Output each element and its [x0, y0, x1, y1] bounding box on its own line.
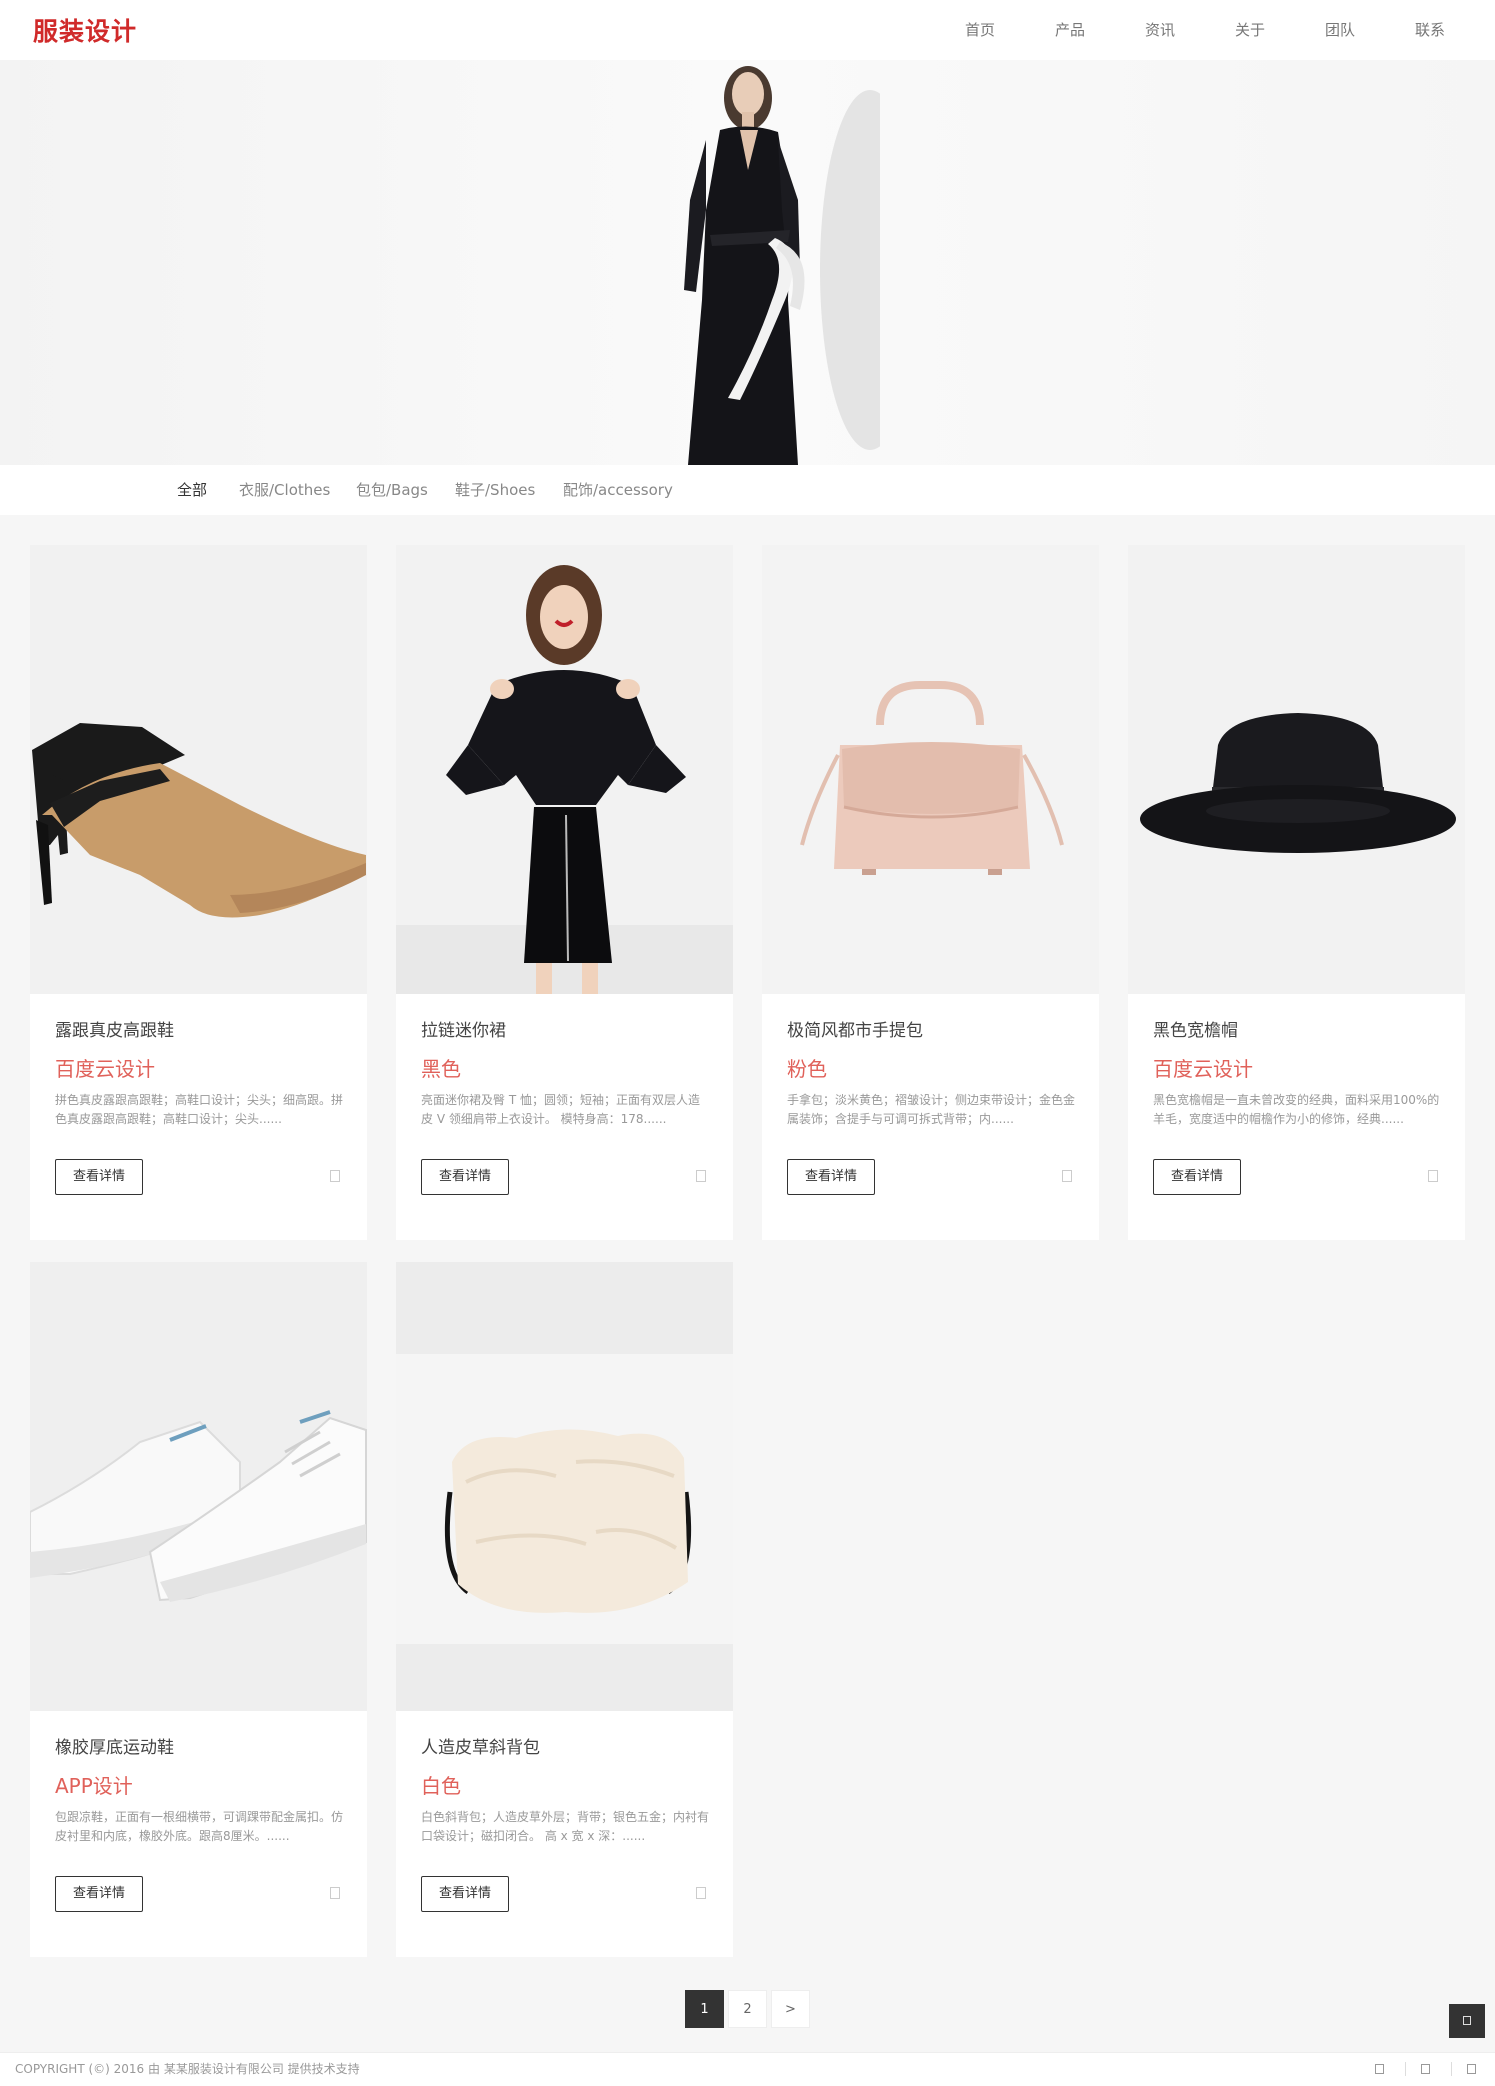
filter-shoes[interactable]: 鞋子/Shoes	[455, 465, 535, 515]
arrow-up-icon	[1463, 2016, 1471, 2025]
handbag-icon	[762, 545, 1099, 994]
sneakers-icon	[30, 1262, 367, 1711]
share-icon[interactable]	[696, 1170, 706, 1182]
nav-item-contact[interactable]: 联系	[1385, 0, 1475, 60]
product-description: 黑色宽檐帽是一直未曾改变的经典，面料采用100%的羊毛，宽度适中的帽檐作为小的修…	[1153, 1093, 1440, 1126]
site-header: 服装设计 首页 产品 资讯 关于 团队 联系	[0, 0, 1495, 60]
filter-accessory[interactable]: 配饰/accessory	[563, 465, 673, 515]
view-details-button[interactable]: 查看详情	[1153, 1159, 1241, 1195]
fashion-model-image	[684, 66, 880, 465]
product-description: 拼色真皮露跟高跟鞋；高鞋口设计；尖头；细高跟。拼色真皮露跟高跟鞋；高鞋口设计；尖…	[55, 1093, 344, 1126]
site-logo[interactable]: 服装设计	[33, 12, 137, 48]
share-icon[interactable]	[1428, 1170, 1438, 1182]
nav-item-team[interactable]: 团队	[1295, 0, 1385, 60]
back-to-top-button[interactable]	[1449, 2004, 1485, 2038]
site-footer: COPYRIGHT (©) 2016 由 某某服装设计有限公司 提供技术支持	[0, 2052, 1495, 2086]
product-name[interactable]: 拉链迷你裙	[421, 1016, 506, 1041]
product-image[interactable]	[30, 545, 367, 994]
hat-icon	[1128, 545, 1465, 994]
model-icon	[396, 545, 733, 994]
filter-bags[interactable]: 包包/Bags	[356, 465, 428, 515]
fur-bag-icon	[396, 1262, 733, 1711]
page-2[interactable]: 2	[728, 1990, 767, 2028]
product-name[interactable]: 橡胶厚底运动鞋	[55, 1733, 174, 1758]
product-subtitle: 百度云设计	[55, 1057, 155, 1081]
next-page[interactable]: >	[771, 1990, 810, 2028]
view-details-button[interactable]: 查看详情	[55, 1876, 143, 1912]
divider	[1451, 2062, 1452, 2076]
product-image[interactable]	[396, 1262, 733, 1711]
product-subtitle: 百度云设计	[1153, 1057, 1253, 1081]
product-subtitle: 黑色	[421, 1057, 461, 1081]
product-card: 极简风都市手提包 粉色 手拿包；淡米黄色；褶皱设计；侧边束带设计；金色金属装饰；…	[762, 545, 1099, 1240]
share-icon[interactable]	[330, 1170, 340, 1182]
product-subtitle: 白色	[421, 1774, 461, 1798]
product-image[interactable]	[1128, 545, 1465, 994]
product-image[interactable]	[30, 1262, 367, 1711]
product-description: 亮面迷你裙及臀 T 恤；圆领；短袖；正面有双层人造皮 V 领细肩带上衣设计。 模…	[421, 1093, 700, 1126]
product-card: 橡胶厚底运动鞋 APP设计 包跟凉鞋，正面有一根细横带，可调踝带配金属扣。仿皮衬…	[30, 1262, 367, 1957]
product-card: 露跟真皮高跟鞋 百度云设计 拼色真皮露跟高跟鞋；高鞋口设计；尖头；细高跟。拼色真…	[30, 545, 367, 1240]
product-card: 拉链迷你裙 黑色 亮面迷你裙及臀 T 恤；圆领；短袖；正面有双层人造皮 V 领细…	[396, 545, 733, 1240]
product-description: 包跟凉鞋，正面有一根细横带，可调踝带配金属扣。仿皮衬里和内底，橡胶外底。跟高8厘…	[55, 1810, 344, 1843]
product-description: 手拿包；淡米黄色；褶皱设计；侧边束带设计；金色金属装饰；含提手与可调可拆式背带；…	[787, 1093, 1076, 1126]
nav-item-news[interactable]: 资讯	[1115, 0, 1205, 60]
product-name[interactable]: 极简风都市手提包	[787, 1016, 923, 1041]
nav-item-about[interactable]: 关于	[1205, 0, 1295, 60]
share-icon[interactable]	[696, 1887, 706, 1899]
product-name[interactable]: 黑色宽檐帽	[1153, 1016, 1238, 1041]
product-image[interactable]	[396, 545, 733, 994]
filter-all[interactable]: 全部	[177, 465, 207, 515]
divider	[1405, 2062, 1406, 2076]
nav-item-products[interactable]: 产品	[1025, 0, 1115, 60]
heels-icon	[30, 545, 367, 994]
main-nav: 首页 产品 资讯 关于 团队 联系	[935, 0, 1475, 60]
product-image[interactable]	[762, 545, 1099, 994]
view-details-button[interactable]: 查看详情	[421, 1876, 509, 1912]
category-filter: 全部 衣服/Clothes 包包/Bags 鞋子/Shoes 配饰/access…	[0, 465, 1495, 515]
product-subtitle: APP设计	[55, 1774, 133, 1798]
filter-clothes[interactable]: 衣服/Clothes	[239, 465, 330, 515]
share-icon[interactable]	[1062, 1170, 1072, 1182]
view-details-button[interactable]: 查看详情	[55, 1159, 143, 1195]
product-card: 人造皮草斜背包 白色 白色斜背包；人造皮草外层；背带；银色五金；内衬有口袋设计；…	[396, 1262, 733, 1957]
view-details-button[interactable]: 查看详情	[787, 1159, 875, 1195]
product-card: 黑色宽檐帽 百度云设计 黑色宽檐帽是一直未曾改变的经典，面料采用100%的羊毛，…	[1128, 545, 1465, 1240]
phone-icon[interactable]	[1421, 2064, 1430, 2074]
map-icon[interactable]	[1467, 2064, 1476, 2074]
home-icon[interactable]	[1375, 2064, 1384, 2074]
product-subtitle: 粉色	[787, 1057, 827, 1081]
product-description: 白色斜背包；人造皮草外层；背带；银色五金；内衬有口袋设计；磁扣闭合。 高 x 宽…	[421, 1810, 710, 1843]
product-name[interactable]: 露跟真皮高跟鞋	[55, 1016, 174, 1041]
copyright-text: COPYRIGHT (©) 2016 由 某某服装设计有限公司 提供技术支持	[15, 2062, 360, 2076]
product-name[interactable]: 人造皮草斜背包	[421, 1733, 540, 1758]
nav-item-home[interactable]: 首页	[935, 0, 1025, 60]
hero-banner	[0, 60, 1495, 465]
pagination: 1 2 >	[685, 1990, 810, 2028]
view-details-button[interactable]: 查看详情	[421, 1159, 509, 1195]
share-icon[interactable]	[330, 1887, 340, 1899]
page-1[interactable]: 1	[685, 1990, 724, 2028]
